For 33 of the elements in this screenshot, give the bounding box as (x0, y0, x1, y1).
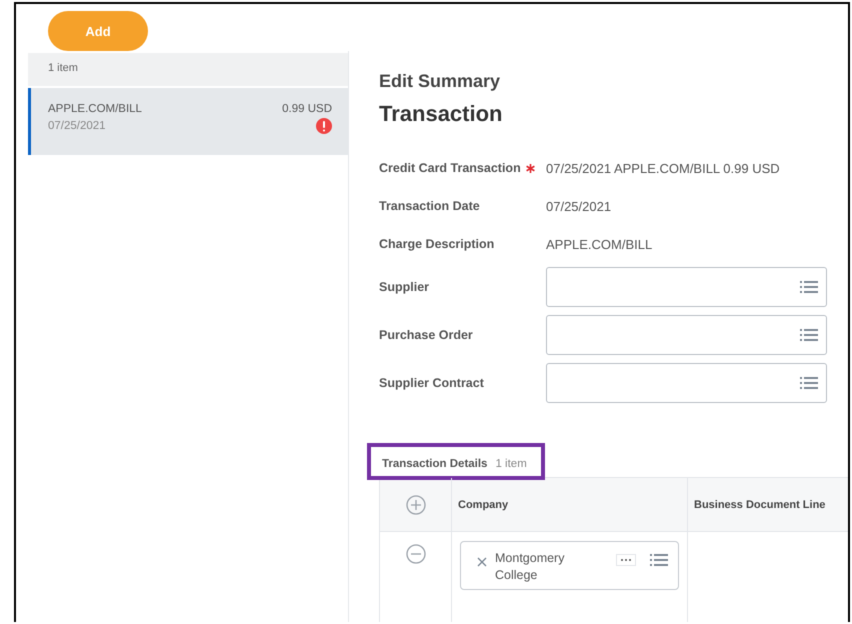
lookup-field[interactable] (546, 315, 827, 355)
field-label: Credit Card Transaction (379, 161, 521, 175)
lookup-field[interactable] (546, 363, 827, 403)
field-value: 07/25/2021 (546, 198, 612, 214)
list-icon[interactable] (800, 328, 818, 342)
field-label: Supplier Contract (379, 376, 484, 390)
list-icon[interactable] (650, 553, 668, 567)
company-value: Montgomery College (495, 550, 566, 584)
lookup-field[interactable] (546, 267, 827, 307)
company-field[interactable]: Montgomery College (460, 541, 679, 590)
list-icon[interactable] (800, 280, 818, 294)
section-title: Transaction Details (382, 458, 488, 470)
field-label: Transaction Date (379, 199, 480, 213)
remove-icon[interactable] (477, 557, 487, 567)
item-count: 1 item (495, 458, 527, 470)
column-header: Business Document Line (694, 498, 826, 510)
transaction-date: 07/25/2021 (48, 120, 107, 132)
amount: 0.99 USD (282, 103, 332, 115)
column-header: Company (458, 498, 508, 510)
remove-row-icon[interactable] (406, 544, 426, 564)
field-value: 07/25/2021 APPLE.COM/BILL 0.99 USD (546, 160, 781, 176)
field-label: Supplier (379, 280, 430, 294)
more-icon[interactable] (616, 554, 636, 566)
add-row-icon[interactable] (406, 494, 426, 514)
list-icon[interactable] (800, 376, 818, 390)
field-label: Purchase Order (379, 328, 473, 342)
merchant-name: APPLE.COM/BILL (48, 103, 142, 115)
page-title: Transaction (379, 101, 504, 127)
transaction-list-item[interactable]: APPLE.COM/BILL 07/25/2021 0.99 USD (28, 88, 348, 155)
field-label: Charge Description (379, 237, 494, 251)
section-heading: Edit Summary (379, 71, 502, 92)
item-count: 1 item (48, 62, 78, 74)
field-value: APPLE.COM/BILL (546, 236, 654, 252)
